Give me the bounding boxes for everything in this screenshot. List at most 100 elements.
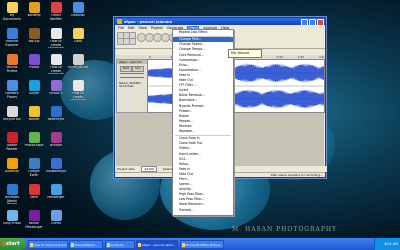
desktop-icon-label: WinRAR xyxy=(49,144,63,147)
desktop-icon[interactable]: Easy-Photo xyxy=(2,210,22,230)
app-icon xyxy=(50,158,62,169)
desktop-icon[interactable]: Windows Media Player xyxy=(2,184,22,204)
desktop-icon-label: How to create chipmunk v... xyxy=(48,40,64,48)
desktop-icon[interactable]: How to create chipmunk v... xyxy=(46,54,66,74)
desktop-icon[interactable]: WinZip xyxy=(24,28,44,48)
app-icon xyxy=(72,80,84,91)
app-icon xyxy=(6,158,18,169)
desktop-icon[interactable]: Picasa xyxy=(24,54,44,74)
desktop-icon[interactable]: Network Places xyxy=(2,80,22,100)
effect-menu: Repeat Last Effect Change Pitch... Change … xyxy=(172,29,234,216)
desktop-icon-label: Nero xyxy=(30,196,38,199)
app-icon xyxy=(50,28,62,39)
app-icon xyxy=(6,184,18,195)
desktop-icon[interactable]: Adobe Reader xyxy=(2,132,22,152)
taskbar-button-label: afgan - pencari jalan... xyxy=(142,242,176,247)
task-icon xyxy=(181,243,185,247)
desktop-icon[interactable]: Yahoo! Messenger xyxy=(24,210,44,230)
menu-project[interactable]: Project xyxy=(151,26,163,30)
taskbar-button-label: PowerMakers xyxy=(75,242,95,247)
app-icon xyxy=(6,54,18,65)
desktop-icon[interactable]: Recycle Bin xyxy=(2,106,22,126)
taskbar-button[interactable]: Audacity xyxy=(104,239,135,249)
app-icon xyxy=(28,184,40,195)
start-label: start xyxy=(6,241,20,247)
app-icon xyxy=(72,2,84,13)
app-icon xyxy=(50,2,62,13)
desktop-icon-label: Adobe Reader xyxy=(6,144,18,151)
desktop-icon[interactable]: Picasa 3 xyxy=(46,80,66,100)
taskbar-button[interactable]: PowerMakers xyxy=(69,239,103,249)
desktop-icon-label: Skype xyxy=(29,92,39,95)
desktop-icon-label: PhotoScape xyxy=(24,144,44,147)
desktop-icon[interactable]: Mozilla Firefox xyxy=(2,54,22,74)
clock[interactable]: 6:21 AM xyxy=(384,242,398,246)
desktop-icon[interactable]: Nero xyxy=(24,184,44,204)
task-list: How To Chipmunk Songs PowerMakers Audacity… xyxy=(26,239,224,249)
watermark: M. HASAN PHOTOGRAPHY xyxy=(232,226,338,233)
menu-view[interactable]: View xyxy=(139,26,147,30)
start-button[interactable]: start xyxy=(0,238,26,250)
desktop-icon-label: Windows Media Player xyxy=(4,196,20,204)
effect-menu-item[interactable]: Repeat Last Effect xyxy=(173,30,233,35)
app-icon xyxy=(50,184,62,195)
desktop-icon[interactable]: Google Earth xyxy=(24,158,44,178)
desktop-icon[interactable]: Norton xyxy=(24,106,44,126)
taskbar-button-label: Audacity xyxy=(110,242,124,247)
desktop-icon[interactable]: Winamp xyxy=(24,2,44,22)
app-icon xyxy=(28,210,40,221)
task-icon xyxy=(138,243,141,247)
app-icon xyxy=(28,28,40,39)
menu-file[interactable]: File xyxy=(118,26,124,30)
effect-menu-item[interactable]: Tremolo... xyxy=(173,208,233,213)
desktop-icon[interactable]: WinRAR xyxy=(46,132,66,152)
desktop-icon[interactable]: RealPlayer xyxy=(46,106,66,126)
desktop-icon-label: Audacity xyxy=(5,170,19,173)
desktop-icon[interactable]: Internet Explorer xyxy=(2,28,22,48)
app-icon xyxy=(6,80,18,91)
desktop-icon[interactable]: Messenger xyxy=(46,184,66,204)
app-icon xyxy=(28,80,40,91)
desktop-icon-label: My Documents xyxy=(2,14,22,21)
maximize-button[interactable] xyxy=(308,18,317,26)
desktop-icon[interactable]: PhotoScape xyxy=(24,132,44,152)
desktop-icon[interactable]: tunes_pic.aif xyxy=(68,54,88,74)
window-titlebar[interactable]: afgan - pencari jalanmu xyxy=(115,18,325,26)
mute-button[interactable]: Mute xyxy=(120,66,132,72)
close-button[interactable] xyxy=(316,18,324,26)
solo-button[interactable]: Solo xyxy=(132,66,144,72)
desktop-icon[interactable]: Malwarebytes xyxy=(46,158,66,178)
desktop-icon[interactable]: Skype xyxy=(24,80,44,100)
app-icon xyxy=(6,2,18,13)
taskbar-button[interactable]: How To Chipmunk Songs xyxy=(27,239,68,249)
desktop-icon[interactable]: Gmail Notifier xyxy=(46,2,66,22)
desktop-icon-label: Winamp xyxy=(27,14,41,17)
multi-tool-icon[interactable] xyxy=(129,37,136,45)
gain-slider[interactable] xyxy=(120,73,144,74)
desktop-icon[interactable]: My Documents xyxy=(2,2,22,22)
track-control-panel[interactable]: afgan - pencari Mute Solo Stereo, 44100H… xyxy=(116,59,148,113)
desktop-icon[interactable]: How to create chipmunk v... xyxy=(68,80,88,100)
window-title: afgan - pencari jalanmu xyxy=(124,19,173,24)
menu-edit[interactable]: Edit xyxy=(128,26,135,30)
app-icon xyxy=(6,210,18,221)
desktop-icon-label: Picasa 3 xyxy=(49,92,63,95)
taskbar-button[interactable]: afgan - pencari jalan... xyxy=(136,239,178,249)
app-icon xyxy=(6,28,18,39)
desktop-icon[interactable]: iTunes xyxy=(46,210,66,230)
desktop-icon-label: Malwarebytes xyxy=(46,170,66,173)
taskbar-button-label: Microsoft Office Picture ... xyxy=(185,242,224,247)
taskbar-button[interactable]: Microsoft Office Picture ... xyxy=(179,239,224,249)
app-icon xyxy=(28,158,40,169)
desktop-icon[interactable]: Data xyxy=(68,28,88,48)
pan-slider[interactable] xyxy=(120,77,144,78)
effect-menu-item[interactable]: Wahwah... xyxy=(173,129,233,134)
desktop-icon[interactable]: How to create chipmunk v... xyxy=(46,28,66,48)
desktop-icon[interactable]: Audacity xyxy=(2,158,22,178)
minimize-button[interactable] xyxy=(300,18,309,26)
desktop-icon[interactable]: Desktop xyxy=(68,2,88,22)
app-icon xyxy=(28,2,40,13)
desktop-icon-label: Desktop xyxy=(71,14,85,17)
track-name[interactable]: afgan - pencari xyxy=(117,60,147,64)
app-icon xyxy=(28,106,40,117)
